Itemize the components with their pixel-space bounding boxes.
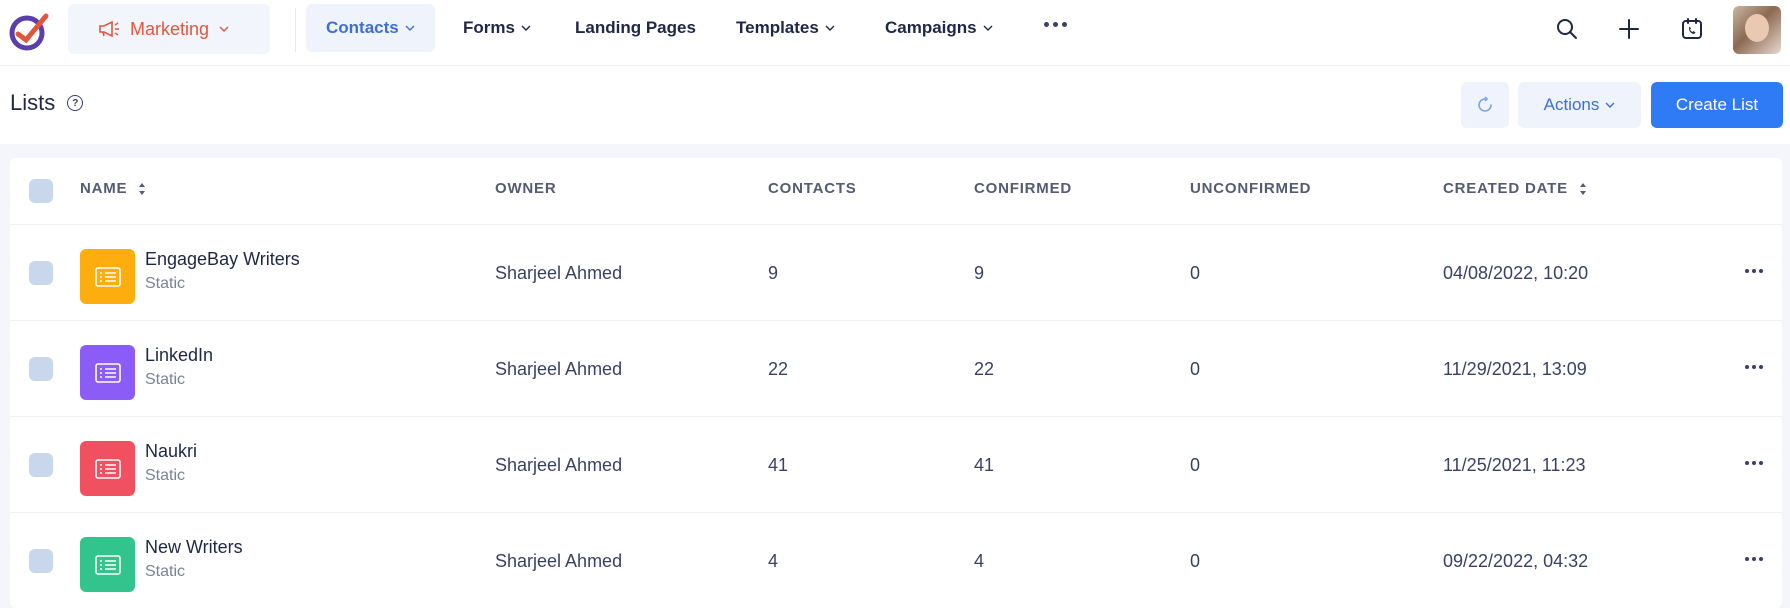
column-header-confirmed: CONFIRMED bbox=[974, 180, 1072, 197]
row-checkbox[interactable] bbox=[29, 357, 53, 381]
sort-icon[interactable] bbox=[137, 181, 147, 197]
chevron-down-icon bbox=[825, 25, 835, 31]
nav-more-icon[interactable] bbox=[1044, 22, 1067, 27]
column-header-unconfirmed: UNCONFIRMED bbox=[1190, 180, 1311, 197]
contacts-cell: 22 bbox=[768, 359, 789, 379]
list-name[interactable]: New Writers bbox=[145, 537, 243, 558]
created-date-cell: 04/08/2022, 10:20 bbox=[1443, 263, 1589, 283]
list-icon bbox=[80, 249, 135, 304]
row-more-icon[interactable] bbox=[1745, 461, 1763, 465]
chevron-down-icon bbox=[405, 25, 415, 31]
nav-landing-pages-label: Landing Pages bbox=[575, 18, 696, 37]
nav-templates-label: Templates bbox=[736, 18, 819, 37]
megaphone-icon bbox=[99, 20, 119, 38]
owner-cell: Sharjeel Ahmed bbox=[495, 263, 623, 283]
page-header: Lists ? Actions Create List bbox=[0, 66, 1790, 144]
column-header-unconfirmed-label: UNCONFIRMED bbox=[1190, 180, 1312, 197]
nav-landing-pages[interactable]: Landing Pages bbox=[575, 4, 696, 52]
refresh-button[interactable] bbox=[1461, 82, 1509, 128]
owner-cell: Sharjeel Ahmed bbox=[495, 551, 623, 571]
search-icon[interactable] bbox=[1554, 16, 1580, 42]
nav-contacts[interactable]: Contacts bbox=[306, 4, 435, 52]
column-header-contacts: CONTACTS bbox=[768, 180, 857, 197]
nav-divider bbox=[295, 8, 296, 52]
unconfirmed-cell: 0 bbox=[1190, 455, 1201, 475]
nav-templates[interactable]: Templates bbox=[736, 4, 835, 52]
list-name[interactable]: Naukri bbox=[145, 441, 197, 462]
unconfirmed-cell: 0 bbox=[1190, 263, 1201, 283]
column-header-name-label: NAME bbox=[80, 180, 128, 197]
table-row[interactable]: LinkedIn Static Sharjeel Ahmed 22 22 0 1… bbox=[10, 320, 1782, 416]
table-row[interactable]: Naukri Static Sharjeel Ahmed 41 41 0 11/… bbox=[10, 416, 1782, 512]
lists-table: NAME OWNER CONTACTS CONFIRMED UNCONFIRME… bbox=[10, 158, 1782, 608]
row-checkbox[interactable] bbox=[29, 549, 53, 573]
app-switcher-label: Marketing bbox=[130, 18, 210, 39]
row-more-icon[interactable] bbox=[1745, 365, 1763, 369]
column-header-created-date-label: CREATED DATE bbox=[1443, 180, 1568, 197]
column-header-contacts-label: CONTACTS bbox=[768, 180, 857, 197]
owner-cell: Sharjeel Ahmed bbox=[495, 455, 623, 475]
select-all-checkbox[interactable] bbox=[29, 179, 53, 203]
list-icon bbox=[80, 441, 135, 496]
column-header-owner: OWNER bbox=[495, 180, 557, 197]
nav-contacts-label: Contacts bbox=[326, 18, 399, 37]
engagebay-logo-icon[interactable] bbox=[8, 10, 50, 52]
app-switcher-marketing[interactable]: Marketing bbox=[68, 4, 270, 54]
column-header-created-date[interactable]: CREATED DATE bbox=[1443, 180, 1588, 197]
list-type: Static bbox=[145, 563, 186, 580]
list-type: Static bbox=[145, 275, 186, 292]
confirmed-cell: 4 bbox=[974, 551, 985, 571]
refresh-icon bbox=[1478, 96, 1492, 112]
column-header-name[interactable]: NAME bbox=[80, 180, 147, 197]
list-name[interactable]: EngageBay Writers bbox=[145, 249, 300, 270]
confirmed-cell: 22 bbox=[974, 359, 995, 379]
created-date-cell: 11/29/2021, 13:09 bbox=[1443, 359, 1587, 379]
created-date-cell: 09/22/2022, 04:32 bbox=[1443, 551, 1589, 571]
page-title: Lists ? bbox=[10, 90, 84, 116]
column-header-owner-label: OWNER bbox=[495, 180, 557, 197]
chevron-down-icon bbox=[983, 25, 993, 31]
nav-forms[interactable]: Forms bbox=[463, 4, 531, 52]
calendar-phone-icon[interactable] bbox=[1679, 16, 1705, 42]
confirmed-cell: 9 bbox=[974, 263, 985, 283]
list-type: Static bbox=[145, 371, 186, 388]
chevron-down-icon bbox=[219, 26, 229, 32]
chevron-down-icon bbox=[1605, 102, 1615, 108]
column-header-confirmed-label: CONFIRMED bbox=[974, 180, 1073, 197]
nav-forms-label: Forms bbox=[463, 18, 515, 37]
confirmed-cell: 41 bbox=[974, 455, 995, 475]
contacts-cell: 9 bbox=[768, 263, 779, 283]
plus-icon[interactable] bbox=[1616, 16, 1642, 42]
list-icon bbox=[80, 345, 135, 400]
unconfirmed-cell: 0 bbox=[1190, 551, 1201, 571]
actions-dropdown-button[interactable]: Actions bbox=[1518, 82, 1641, 128]
list-type: Static bbox=[145, 467, 186, 484]
unconfirmed-cell: 0 bbox=[1190, 359, 1201, 379]
sort-icon[interactable] bbox=[1578, 181, 1588, 197]
create-list-button[interactable]: Create List bbox=[1651, 82, 1783, 128]
list-name[interactable]: LinkedIn bbox=[145, 345, 213, 366]
contacts-cell: 41 bbox=[768, 455, 789, 475]
table-row[interactable]: EngageBay Writers Static Sharjeel Ahmed … bbox=[10, 224, 1782, 320]
nav-campaigns[interactable]: Campaigns bbox=[885, 4, 993, 52]
list-icon bbox=[80, 537, 135, 592]
row-checkbox[interactable] bbox=[29, 261, 53, 285]
top-navigation: Marketing Contacts Forms Landing Pages T… bbox=[0, 0, 1790, 66]
create-list-label: Create List bbox=[1675, 95, 1759, 114]
row-checkbox[interactable] bbox=[29, 453, 53, 477]
help-icon[interactable]: ? bbox=[67, 95, 84, 111]
user-avatar[interactable] bbox=[1733, 6, 1781, 54]
created-date-cell: 11/25/2021, 11:23 bbox=[1443, 455, 1586, 475]
owner-cell: Sharjeel Ahmed bbox=[495, 359, 623, 379]
page-title-text: Lists bbox=[10, 90, 56, 115]
contacts-cell: 4 bbox=[768, 551, 779, 571]
nav-campaigns-label: Campaigns bbox=[885, 18, 977, 37]
actions-label: Actions bbox=[1543, 95, 1600, 114]
chevron-down-icon bbox=[521, 25, 531, 31]
row-more-icon[interactable] bbox=[1745, 269, 1763, 273]
table-row[interactable]: New Writers Static Sharjeel Ahmed 4 4 0 … bbox=[10, 512, 1782, 608]
row-more-icon[interactable] bbox=[1745, 557, 1763, 561]
